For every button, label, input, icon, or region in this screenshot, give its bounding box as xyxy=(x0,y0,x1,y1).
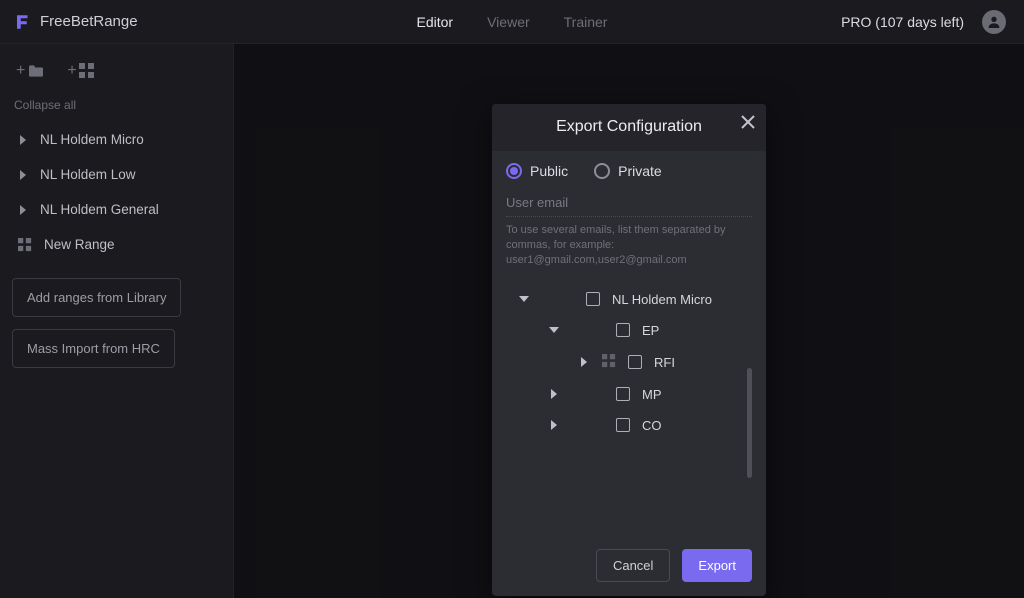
nav-editor[interactable]: Editor xyxy=(417,14,454,30)
tree-row-nl-micro[interactable]: NL Holdem Micro xyxy=(506,284,752,315)
content-area: Export Configuration Public Private xyxy=(234,44,1024,598)
plan-label[interactable]: PRO (107 days left) xyxy=(841,14,964,30)
plus-icon: + xyxy=(67,62,76,80)
tree-label: NL Holdem Micro xyxy=(612,292,712,307)
tree-label: RFI xyxy=(654,355,675,370)
sidebar-item-nl-low[interactable]: NL Holdem Low xyxy=(12,157,221,192)
avatar[interactable] xyxy=(982,10,1006,34)
checkbox[interactable] xyxy=(616,387,630,401)
chevron-right-icon xyxy=(578,357,590,367)
brand-name: FreeBetRange xyxy=(40,13,138,30)
sidebar: + + Collapse all NL Holdem Micro NL Hold… xyxy=(0,44,234,598)
checkbox[interactable] xyxy=(616,418,630,432)
chevron-right-icon xyxy=(18,135,28,145)
sidebar-item-label: NL Holdem Low xyxy=(40,167,136,182)
radio-label: Public xyxy=(530,163,568,179)
sidebar-item-label: NL Holdem Micro xyxy=(40,132,144,147)
radio-public[interactable]: Public xyxy=(506,163,568,179)
nav-trainer[interactable]: Trainer xyxy=(564,14,608,30)
tree-row-mp[interactable]: MP xyxy=(506,379,752,410)
chevron-right-icon xyxy=(18,205,28,215)
collapse-all[interactable]: Collapse all xyxy=(12,94,221,122)
modal-body: Public Private To use several emails, li… xyxy=(492,151,766,535)
nav-viewer[interactable]: Viewer xyxy=(487,14,530,30)
sidebar-item-label: New Range xyxy=(44,237,115,252)
export-button[interactable]: Export xyxy=(682,549,752,582)
radio-private[interactable]: Private xyxy=(594,163,662,179)
tree-row-co[interactable]: CO xyxy=(506,410,752,441)
sidebar-item-nl-general[interactable]: NL Holdem General xyxy=(12,192,221,227)
visibility-radio-group: Public Private xyxy=(506,163,752,191)
radio-icon xyxy=(594,163,610,179)
add-folder-button[interactable]: + xyxy=(16,62,45,80)
add-range-button[interactable]: + xyxy=(67,62,94,80)
sidebar-item-new-range[interactable]: New Range xyxy=(12,227,221,262)
modal-close-button[interactable] xyxy=(740,114,756,135)
checkbox[interactable] xyxy=(628,355,642,369)
top-nav: Editor Viewer Trainer xyxy=(417,14,608,30)
chevron-right-icon xyxy=(548,389,560,399)
logo[interactable]: FreeBetRange xyxy=(14,13,138,31)
folder-icon xyxy=(27,64,45,78)
grid-icon xyxy=(18,238,32,252)
user-icon xyxy=(986,14,1002,30)
cancel-button[interactable]: Cancel xyxy=(596,549,670,582)
tree-row-ep[interactable]: EP xyxy=(506,315,752,346)
grid-icon xyxy=(79,63,95,79)
modal-header: Export Configuration xyxy=(492,104,766,151)
plus-icon: + xyxy=(16,62,25,80)
chevron-down-icon xyxy=(548,325,560,335)
topbar: FreeBetRange Editor Viewer Trainer PRO (… xyxy=(0,0,1024,44)
logo-icon xyxy=(14,13,32,31)
grid-icon xyxy=(602,354,616,371)
add-from-library-button[interactable]: Add ranges from Library xyxy=(12,278,181,317)
close-icon xyxy=(740,114,756,130)
email-hint: To use several emails, list them separat… xyxy=(506,217,752,284)
checkbox[interactable] xyxy=(616,323,630,337)
chevron-right-icon xyxy=(548,420,560,430)
checkbox[interactable] xyxy=(586,292,600,306)
export-modal: Export Configuration Public Private xyxy=(492,104,766,596)
sidebar-item-nl-micro[interactable]: NL Holdem Micro xyxy=(12,122,221,157)
tree-label: EP xyxy=(642,323,659,338)
radio-label: Private xyxy=(618,163,662,179)
tree-row-rfi[interactable]: RFI xyxy=(506,346,752,379)
tree-label: MP xyxy=(642,387,662,402)
modal-title: Export Configuration xyxy=(556,118,702,136)
export-tree: NL Holdem Micro EP RFI xyxy=(506,284,752,527)
sidebar-add-row: + + xyxy=(12,58,221,94)
modal-footer: Cancel Export xyxy=(492,535,766,596)
radio-icon xyxy=(506,163,522,179)
scrollbar[interactable] xyxy=(747,368,752,478)
chevron-down-icon xyxy=(518,294,530,304)
chevron-right-icon xyxy=(18,170,28,180)
topbar-right: PRO (107 days left) xyxy=(841,10,1006,34)
mass-import-hrc-button[interactable]: Mass Import from HRC xyxy=(12,329,175,368)
sidebar-item-label: NL Holdem General xyxy=(40,202,159,217)
user-email-input[interactable] xyxy=(506,191,752,217)
tree-label: CO xyxy=(642,418,662,433)
